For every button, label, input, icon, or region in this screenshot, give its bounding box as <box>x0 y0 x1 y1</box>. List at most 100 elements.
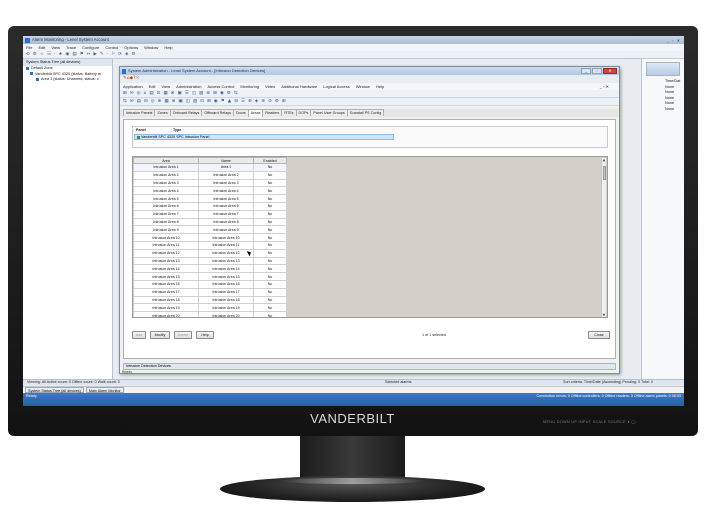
name-cell[interactable]: Area 1 <box>198 163 254 172</box>
toolbar-button-icon[interactable]: · <box>107 52 108 57</box>
tab-areas[interactable]: Areas <box>247 109 264 117</box>
menu-window[interactable]: Window <box>356 84 370 89</box>
menu-view[interactable]: View <box>161 84 170 89</box>
toolbar-button-icon[interactable]: ↔ <box>87 52 91 57</box>
name-cell[interactable]: Intrusion Area 18 <box>198 295 254 305</box>
menu-edit[interactable]: Edit <box>149 84 156 89</box>
table-row[interactable]: Intrusion Area 20 Intrusion Area 20 No <box>133 311 287 317</box>
toolbar-button-icon[interactable]: ▣ <box>177 91 181 96</box>
menu-help[interactable]: Help <box>376 84 384 89</box>
toolbar-button-icon[interactable]: ⊕ <box>206 91 210 96</box>
toolbar-button-icon[interactable]: ⚙ <box>131 52 135 57</box>
table-row[interactable]: Intrusion Area 6 Intrusion Area 6 No <box>133 201 287 211</box>
mdi-controls[interactable]: _ ▫ ✕ <box>600 83 609 90</box>
tab-readers[interactable]: Readers <box>262 109 283 116</box>
toolbar-button-icon[interactable]: ▦ <box>163 91 167 96</box>
scroll-thumb[interactable] <box>602 166 606 180</box>
toolbar-button-icon[interactable]: ⊞ <box>213 91 217 96</box>
menu-access-control[interactable]: Access Control <box>207 84 234 89</box>
table-row[interactable]: Intrusion Area 7 Intrusion Area 7 No <box>133 209 287 219</box>
table-row[interactable]: Intrusion Area 13 Intrusion Area 13 No <box>133 256 287 266</box>
toolbar-button-icon[interactable]: ⊕ <box>158 99 162 104</box>
toolbar-button-icon[interactable]: ⊛ <box>261 99 265 104</box>
menu-monitoring[interactable]: Monitoring <box>240 84 259 89</box>
toolbar-button-icon[interactable]: ⚑ <box>80 52 84 57</box>
toolbar-button-icon[interactable]: ◫ <box>186 99 190 104</box>
menu-edit[interactable]: Edit <box>38 45 45 50</box>
toolbar-button-icon[interactable]: ⊟ <box>234 99 238 104</box>
menu-options[interactable]: Options <box>124 45 138 50</box>
name-cell[interactable]: Intrusion Area 8 <box>198 217 254 227</box>
toolbar-button-icon[interactable]: ⊘ <box>268 99 272 104</box>
menu-trace[interactable]: Trace <box>66 45 76 50</box>
tab-onboard-relays[interactable]: Onboard Relays <box>169 109 203 116</box>
toolbar-button-icon[interactable]: ⊞ <box>207 99 211 104</box>
scroll-down-icon[interactable]: ▼ <box>602 313 606 317</box>
menu-file[interactable]: File <box>26 45 32 50</box>
name-cell[interactable]: Intrusion Area 10 <box>198 233 254 242</box>
toolbar-button-icon[interactable]: ★ <box>58 52 62 57</box>
modify-button[interactable]: Modify <box>150 331 170 339</box>
menu-help[interactable]: Help <box>164 45 172 50</box>
toolbar-button-icon[interactable]: ▤ <box>137 99 141 104</box>
tab-dgps[interactable]: DGPs <box>295 109 312 116</box>
toolbar-button-icon[interactable]: ⇆ <box>123 99 127 104</box>
toolbar-button-icon[interactable]: ☷ <box>47 52 51 57</box>
table-row[interactable]: Intrusion Area 14 Intrusion Area 14 No <box>133 264 287 274</box>
minimize-button[interactable]: _ <box>581 68 591 74</box>
toolbar-button-icon[interactable]: ⊡ <box>157 91 161 96</box>
grid-scrollbar[interactable]: ▲ ▼ <box>601 158 606 317</box>
panel-row[interactable]: Vanderbilt SPC 4320 SPC Intrusion Panel <box>134 134 394 140</box>
tab-zones[interactable]: Zones <box>154 109 171 116</box>
name-cell[interactable]: Intrusion Area 9 <box>198 225 254 235</box>
toolbar-button-icon[interactable]: ▶ <box>93 52 96 57</box>
name-cell[interactable]: Intrusion Area 11 <box>198 240 254 250</box>
toolbar-button-icon[interactable]: ⊞ <box>123 91 127 96</box>
toolbar-button-icon[interactable]: · <box>54 52 55 57</box>
toolbar-button-icon[interactable]: ⚙ <box>275 99 279 104</box>
toolbar-button-icon[interactable]: ⊞ <box>282 99 286 104</box>
table-row[interactable]: Intrusion Area 12 Intrusion Area 12 No <box>133 248 287 258</box>
toolbar-button-icon[interactable]: ✉ <box>130 91 134 96</box>
toolbar-button-icon[interactable]: ⚐ <box>111 52 115 57</box>
menu-additional-hardware[interactable]: Additional Hardware <box>281 84 317 89</box>
tab-intrusion-panels[interactable]: Intrusion Panels <box>123 109 156 116</box>
name-cell[interactable]: Intrusion Area 12 <box>198 248 254 258</box>
menu-window[interactable]: Window <box>144 45 158 50</box>
tab-doors[interactable]: Doors <box>232 109 249 116</box>
name-cell[interactable]: Intrusion Area 5 <box>198 194 254 203</box>
toolbar-button-icon[interactable]: ☰ <box>185 91 189 96</box>
monitor-buttons[interactable]: MENU DOWN UP INPUT SCALE SOURCE ● ◯ <box>543 419 636 424</box>
toolbar-button-icon[interactable]: ▨ <box>193 99 197 104</box>
name-cell[interactable]: Intrusion Area 4 <box>198 186 254 196</box>
toolbar-button-icon[interactable]: ⊗ <box>172 99 176 104</box>
add-button[interactable]: Add <box>132 331 146 339</box>
menu-logical-access[interactable]: Logical Access <box>323 84 349 89</box>
toolbar-button-icon[interactable]: ◈ <box>125 52 128 57</box>
toolbar-button-icon[interactable]: ◫ <box>192 91 196 96</box>
toolbar-button-icon[interactable]: ◉ <box>220 91 224 96</box>
toolbar-button-icon[interactable]: ▤ <box>149 91 153 96</box>
tab-panel-user-groups[interactable]: Panel User Groups <box>310 109 348 116</box>
table-row[interactable]: Intrusion Area 2 Intrusion Area 2 No <box>133 170 287 180</box>
name-cell[interactable]: Intrusion Area 20 <box>198 311 254 317</box>
delete-button[interactable]: Delete <box>174 331 192 339</box>
toolbar-button-icon[interactable]: ⊡ <box>200 99 204 104</box>
toolbar-button-icon[interactable]: ⌂ <box>144 91 147 96</box>
toolbar-button-icon[interactable]: ◈ <box>255 99 258 104</box>
toolbar-button-icon[interactable]: ▣ <box>178 99 182 104</box>
table-row[interactable]: Intrusion Area 11 Intrusion Area 11 No <box>133 240 287 250</box>
table-row[interactable]: Intrusion Area 1 Area 1 No <box>133 163 287 172</box>
toolbar-button-icon[interactable]: ⚙ <box>33 52 37 57</box>
toolbar-button-icon[interactable]: ◉ <box>214 99 218 104</box>
toolbar-button-icon[interactable]: ⊟ <box>144 99 148 104</box>
table-row[interactable]: Intrusion Area 16 Intrusion Area 16 No <box>133 279 287 289</box>
toolbar-button-icon[interactable]: ▦ <box>164 99 168 104</box>
toolbar-button-icon[interactable]: ◎ <box>151 99 155 104</box>
table-row[interactable]: Intrusion Area 19 Intrusion Area 19 No <box>133 303 287 313</box>
toolbar-button-icon[interactable]: ✉ <box>130 99 134 104</box>
toolbar-button-icon[interactable]: ⚑ <box>221 99 225 104</box>
table-row[interactable]: Intrusion Area 10 Intrusion Area 10 No <box>133 233 287 242</box>
dialog-status-tab[interactable]: Intrusion Detection Devices <box>123 363 616 370</box>
name-cell[interactable]: Intrusion Area 14 <box>198 264 254 274</box>
